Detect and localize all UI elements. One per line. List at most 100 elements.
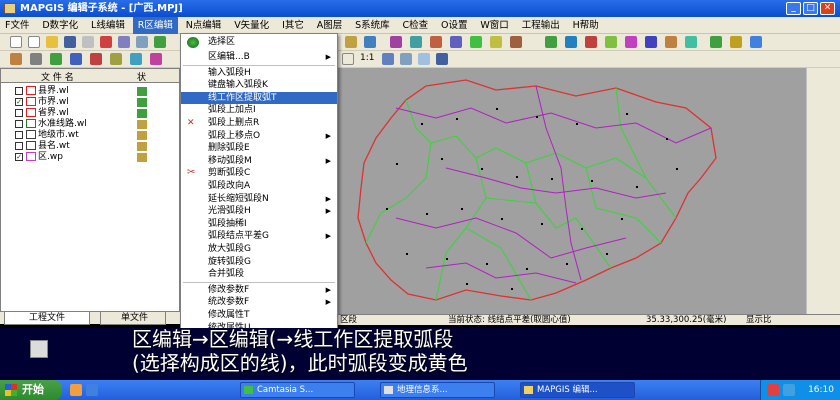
edit-tool-icon[interactable] (585, 36, 597, 48)
map-canvas[interactable] (336, 68, 806, 314)
menu-other[interactable]: I其它 (277, 17, 309, 34)
edit-tool-icon[interactable] (685, 36, 697, 48)
edit-tool-icon[interactable] (390, 36, 402, 48)
menu-item[interactable]: 弧段改向A (181, 180, 337, 193)
start-button[interactable]: 开始 (0, 380, 62, 400)
file-checkbox[interactable]: ✓ (15, 152, 23, 161)
cut-icon[interactable] (100, 36, 112, 48)
menu-item[interactable]: 键盘输入弧段K (181, 79, 337, 92)
menu-item[interactable]: 区编辑...B ▶ (181, 51, 337, 64)
edit-tool-icon[interactable] (470, 36, 482, 48)
minimize-button[interactable]: _ (786, 2, 801, 15)
edit-tool-icon[interactable] (364, 36, 376, 48)
file-checkbox[interactable] (15, 141, 23, 150)
menu-item[interactable]: 弧段结点平差G ▶ (181, 230, 337, 243)
edit-tool-icon[interactable] (750, 36, 762, 48)
quicklaunch-icon[interactable] (86, 384, 98, 396)
menu-item[interactable]: ✕ 弧段上删点R (181, 117, 337, 130)
menu-vectorize[interactable]: V矢量化 (229, 17, 274, 34)
zoom-icon[interactable] (342, 53, 354, 65)
tray-icon[interactable] (783, 384, 795, 396)
menu-digitize[interactable]: D数字化 (37, 17, 83, 34)
edit-tool-icon[interactable] (730, 36, 742, 48)
menu-help[interactable]: H帮助 (568, 17, 604, 34)
menu-item[interactable]: 延长缩短弧段N ▶ (181, 193, 337, 206)
menu-system-lib[interactable]: S系统库 (350, 17, 395, 34)
edit-tool-icon[interactable] (345, 36, 357, 48)
new-doc-icon[interactable] (28, 36, 40, 48)
file-list-item[interactable]: 水准线路.wl (15, 119, 147, 130)
edit-tool-icon[interactable] (605, 36, 617, 48)
task-camtasia[interactable]: Camtasia S... (240, 382, 355, 398)
file-checkbox[interactable] (15, 119, 23, 128)
edit-tool-icon[interactable] (510, 36, 522, 48)
menu-region-edit[interactable]: R区编辑 (132, 17, 178, 34)
menu-item[interactable]: 线工作区提取弧T (181, 91, 337, 105)
close-button[interactable]: ✕ (820, 2, 835, 15)
file-list-item[interactable]: ✓ 市界.wl (15, 97, 147, 108)
pen-icon[interactable] (10, 53, 22, 65)
tool-icon[interactable] (50, 53, 62, 65)
menu-item[interactable]: 统改参数F ▶ (181, 296, 337, 309)
view-tool-icon[interactable] (400, 53, 412, 65)
edit-tool-icon[interactable] (490, 36, 502, 48)
file-list-item[interactable]: 县界.wl (15, 86, 147, 97)
open-folder-icon[interactable] (46, 36, 58, 48)
dropdown-icon[interactable] (30, 53, 42, 65)
menu-item[interactable]: 光滑弧段H ▶ (181, 205, 337, 218)
file-checkbox[interactable]: ✓ (15, 97, 23, 106)
tab-single-file[interactable]: 单文件 (100, 312, 166, 325)
file-checkbox[interactable] (15, 130, 23, 139)
tool-icon[interactable] (70, 53, 82, 65)
menu-item[interactable]: 删除弧段E (181, 142, 337, 155)
file-list-item[interactable]: 省界.wl (15, 108, 147, 119)
quicklaunch-icon[interactable] (70, 384, 82, 396)
save-icon[interactable] (64, 36, 76, 48)
edit-tool-icon[interactable] (565, 36, 577, 48)
menu-settings[interactable]: O设置 (436, 17, 472, 34)
edit-tool-icon[interactable] (410, 36, 422, 48)
file-list-item[interactable]: ✓ 区.wp (15, 152, 147, 163)
vertical-scrollbar[interactable] (806, 68, 840, 314)
edit-tool-icon[interactable] (625, 36, 637, 48)
tool-icon[interactable] (154, 36, 166, 48)
menu-item[interactable]: 旋转弧段G (181, 256, 337, 269)
zoom-ratio[interactable]: 1:1 (360, 53, 374, 63)
paste-icon[interactable] (136, 36, 148, 48)
menu-point-edit[interactable]: N点编辑 (181, 17, 227, 34)
menu-item[interactable]: 移动弧段M ▶ (181, 155, 337, 168)
tab-project-files[interactable]: 工程文件 (4, 312, 90, 325)
edit-tool-icon[interactable] (430, 36, 442, 48)
menu-item[interactable]: 修改参数F ▶ (181, 284, 337, 297)
edit-tool-icon[interactable] (645, 36, 657, 48)
menu-item[interactable]: ✂ 剪断弧段C (181, 167, 337, 180)
copy-icon[interactable] (118, 36, 130, 48)
view-tool-icon[interactable] (436, 53, 448, 65)
menu-line-edit[interactable]: L线编辑 (86, 17, 130, 34)
tray-icon[interactable] (767, 384, 779, 396)
menu-item[interactable]: 弧段上加点I (181, 104, 337, 117)
edit-tool-icon[interactable] (545, 36, 557, 48)
edit-tool-icon[interactable] (665, 36, 677, 48)
menu-check[interactable]: C检查 (398, 17, 434, 34)
menu-layer[interactable]: A图层 (312, 17, 348, 34)
menu-item[interactable]: 弧段上移点O ▶ (181, 130, 337, 143)
tool-icon[interactable] (90, 53, 102, 65)
tool-icon[interactable] (130, 53, 142, 65)
edit-tool-icon[interactable] (710, 36, 722, 48)
menu-item[interactable]: 弧段抽稀I (181, 218, 337, 231)
file-list-item[interactable]: 县名.wt (15, 141, 147, 152)
file-list-item[interactable]: 地级市.wt (15, 130, 147, 141)
task-mapgis[interactable]: MAPGIS 编辑... (520, 382, 635, 398)
print-icon[interactable] (82, 36, 94, 48)
menu-file[interactable]: F文件 (0, 17, 34, 34)
view-tool-icon[interactable] (382, 53, 394, 65)
file-checkbox[interactable] (15, 86, 23, 95)
maximize-button[interactable]: □ (803, 2, 818, 15)
menu-item-select-region[interactable]: 选择区 (181, 36, 337, 49)
menu-project-output[interactable]: 工程输出 (517, 17, 565, 34)
menu-item[interactable]: 修改属性T (181, 309, 337, 322)
desktop-icon[interactable] (30, 340, 48, 358)
tool-icon[interactable] (110, 53, 122, 65)
menu-item[interactable]: 合并弧段 (181, 268, 337, 281)
